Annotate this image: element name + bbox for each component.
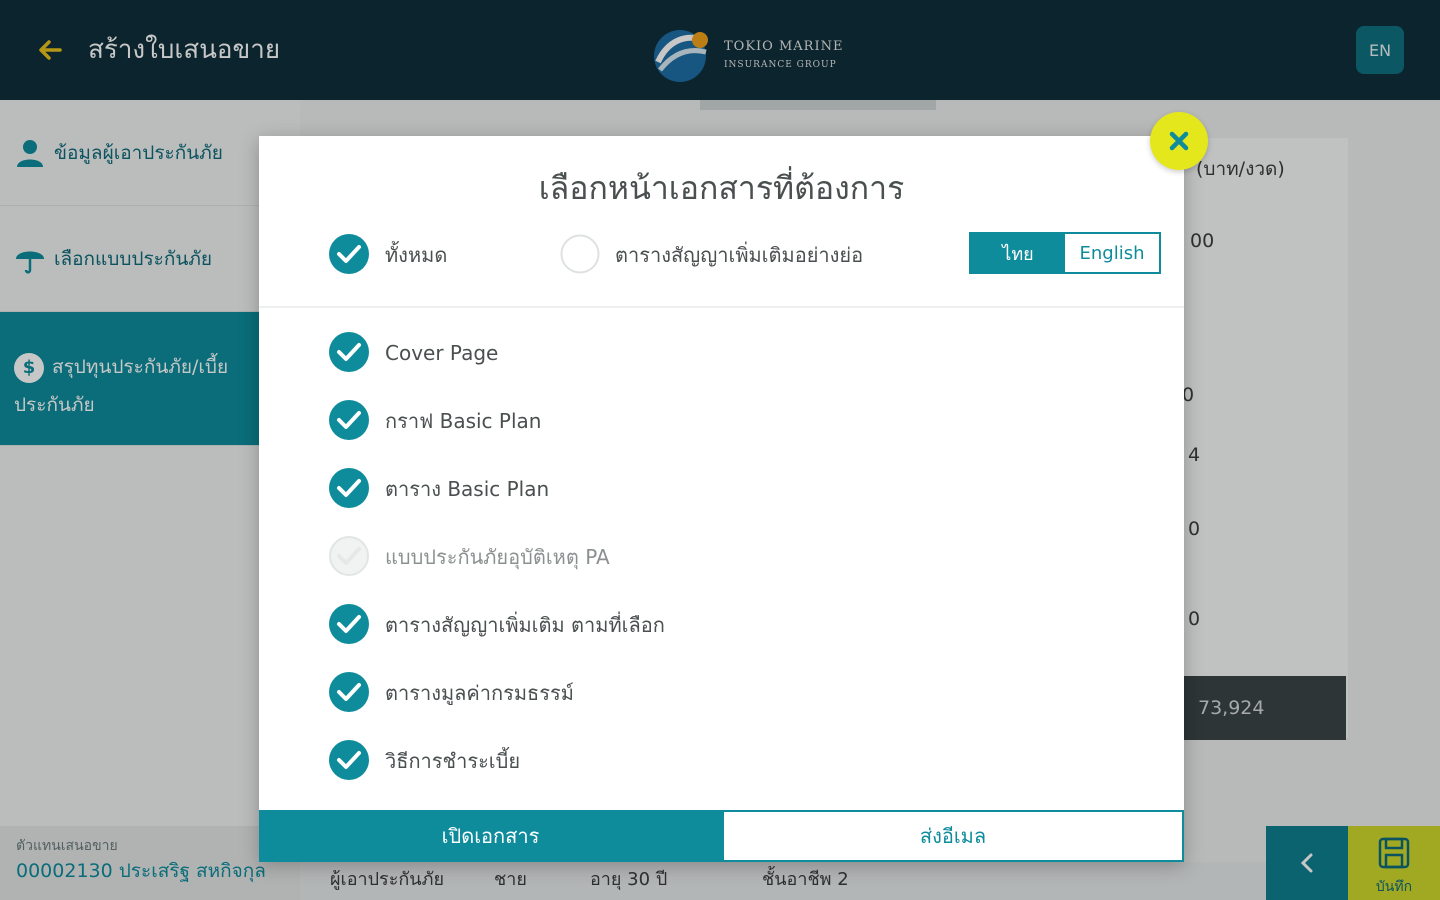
dialog-title: เลือกหน้าเอกสารที่ต้องการ: [538, 169, 905, 207]
option-checkbox[interactable]: [329, 332, 369, 372]
option-checkbox[interactable]: [329, 468, 369, 508]
option-checkbox-disabled: [329, 536, 369, 576]
send-email-button[interactable]: ส่งอีเมล: [722, 810, 1184, 862]
option-label: แบบประกันภัยอุบัติเหตุ PA: [385, 545, 610, 569]
open-document-button[interactable]: เปิดเอกสาร: [259, 810, 722, 862]
option-label: ตารางมูลค่ากรมธรรม์: [385, 681, 574, 705]
close-dialog-button[interactable]: [1150, 112, 1208, 170]
option-checkbox[interactable]: [329, 672, 369, 712]
summary-rider-label: ตารางสัญญาเพิ่มเติมอย่างย่อ: [615, 243, 864, 267]
option-checkbox[interactable]: [329, 604, 369, 644]
option-label: ตารางสัญญาเพิ่มเติม ตามที่เลือก: [385, 613, 665, 637]
option-label: Cover Page: [385, 341, 499, 365]
option-checkbox[interactable]: [329, 740, 369, 780]
option-label: ตาราง Basic Plan: [385, 477, 550, 501]
select-all-label: ทั้งหมด: [385, 243, 448, 267]
close-icon: [1169, 131, 1189, 151]
option-label: วิธีการชำระเบี้ย: [385, 749, 521, 773]
select-all-checkbox[interactable]: [329, 234, 369, 274]
dialog-footer: เปิดเอกสาร ส่งอีเมล: [259, 810, 1184, 862]
language-english-option[interactable]: English: [1065, 234, 1159, 272]
option-label: กราฟ Basic Plan: [385, 409, 542, 433]
option-checkbox[interactable]: [329, 400, 369, 440]
summary-rider-checkbox[interactable]: [560, 234, 600, 274]
document-select-dialog: เลือกหน้าเอกสารที่ต้องการ ทั้งหมด ตารางส…: [259, 136, 1184, 862]
document-language-toggle: ไทย English: [969, 232, 1161, 274]
dialog-divider: [259, 306, 1184, 308]
language-thai-option[interactable]: ไทย: [971, 234, 1065, 272]
